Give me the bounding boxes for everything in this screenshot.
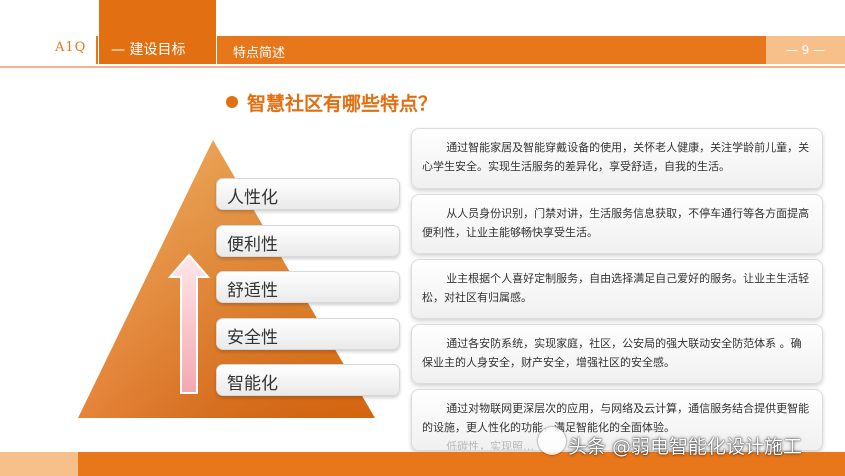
pyramid-level-intelligence: 智能化 [216,364,400,396]
pyramid-level-comfort: 舒适性 [216,271,400,303]
watermark-logo-icon [538,427,566,455]
description-text: 业主根据个人喜好定制服务，自由选择满足自己爱好的服务。让业主生活轻松，对社区有归… [422,272,810,304]
pyramid-level-convenience: 便利性 [216,225,400,257]
page-number: — 9 — [766,36,845,64]
description-box-safety: 通过各安防系统，实现家庭，社区，公安局的强大联动安全防范体系 。确保业主的人身安… [411,324,823,384]
section-subtitle: 特点简述 [233,46,286,61]
pyramid-level-humanized: 人性化 [216,178,400,210]
level-label: 人性化 [227,188,278,208]
header-divider [0,66,845,68]
watermark-text: 头条 @弱电智能化设计施工 [568,436,803,458]
description-text: 通过各安防系统，实现家庭，社区，公安局的强大联动安全防范体系 。确保业主的人身安… [422,337,802,369]
pyramid-level-safety: 安全性 [216,318,400,350]
section-tab-label: — 建设目标 [111,42,186,58]
level-label: 便利性 [227,235,278,255]
description-box-comfort: 业主根据个人喜好定制服务，自由选择满足自己爱好的服务。让业主生活轻松，对社区有归… [411,259,823,319]
level-label: 舒适性 [227,281,278,301]
description-box-humanized: 通过智能家居及智能穿戴设备的使用，关怀老人健康，关注学龄前儿童，关心学生安全。实… [411,128,823,189]
description-text: 从人员身份识别，门禁对讲，生活服务信息获取，不停车通行等各方面提高便利性，让业主… [422,207,810,239]
level-label: 安全性 [227,328,278,348]
page-title: 智慧社区有哪些特点？ [247,93,438,115]
title-bullet-icon [226,96,238,108]
description-box-convenience: 从人员身份识别，门禁对讲，生活服务信息获取，不停车通行等各方面提高便利性，让业主… [411,194,823,254]
logo-text: A1Q [55,40,87,55]
section-tab: — 建设目标 [99,0,216,64]
description-text: 通过智能家居及智能穿戴设备的使用，关怀老人健康，关注学龄前儿童，关心学生安全。实… [422,141,810,173]
footer-accent [0,452,78,476]
level-label: 智能化 [227,374,278,394]
